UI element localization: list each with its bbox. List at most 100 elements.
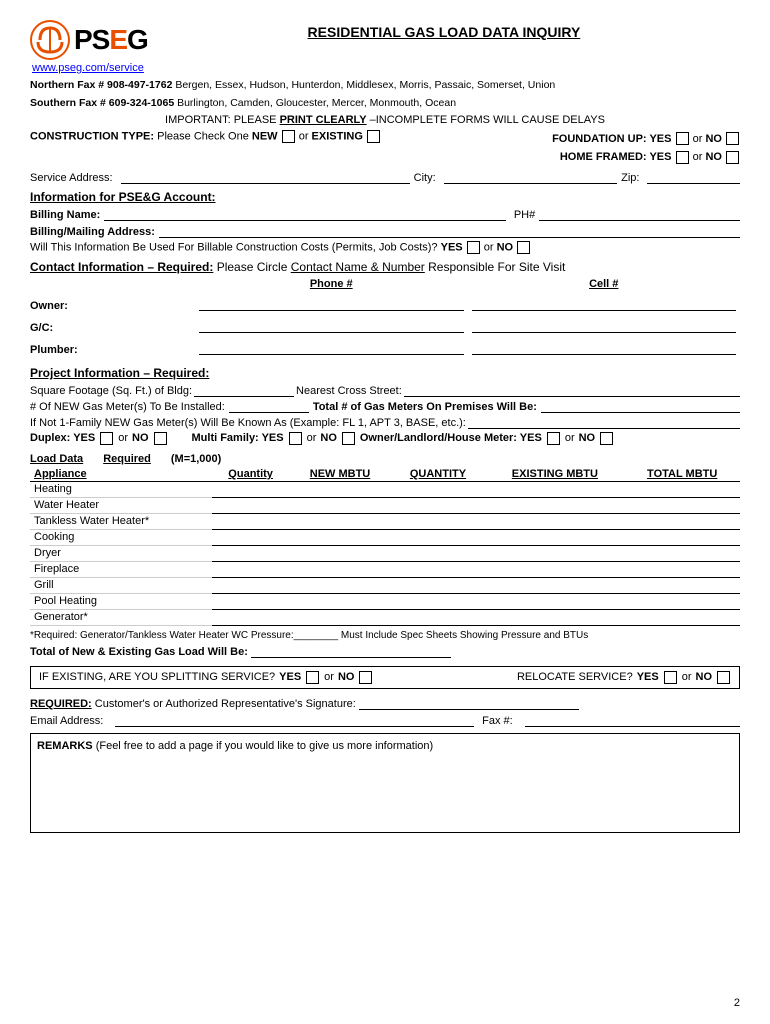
duplex-no-checkbox[interactable] bbox=[154, 432, 167, 445]
value-cell[interactable] bbox=[391, 481, 486, 497]
foundation-yes-checkbox[interactable] bbox=[676, 132, 689, 145]
value-cell[interactable] bbox=[624, 497, 740, 513]
zip-field[interactable] bbox=[647, 170, 740, 184]
value-cell[interactable] bbox=[212, 593, 290, 609]
value-cell[interactable] bbox=[289, 577, 390, 593]
contact-phone-header: Phone # bbox=[195, 278, 468, 292]
remarks-subtext: (Feel free to add a page if you would li… bbox=[96, 740, 434, 752]
splitting-no-checkbox[interactable] bbox=[359, 671, 372, 684]
email-field[interactable] bbox=[115, 713, 474, 727]
project-heading: Project Information – Required: bbox=[30, 366, 740, 380]
value-cell[interactable] bbox=[289, 593, 390, 609]
owner-cell-field[interactable] bbox=[472, 295, 737, 311]
value-cell[interactable] bbox=[212, 529, 290, 545]
meter-known-as-field[interactable] bbox=[468, 416, 740, 429]
value-cell[interactable] bbox=[391, 577, 486, 593]
splitting-row: IF EXISTING, ARE YOU SPLITTING SERVICE? … bbox=[30, 666, 740, 689]
value-cell[interactable] bbox=[391, 497, 486, 513]
value-cell[interactable] bbox=[212, 513, 290, 529]
value-cell[interactable] bbox=[485, 545, 624, 561]
plumber-phone-field[interactable] bbox=[199, 339, 464, 355]
home-framed-no-checkbox[interactable] bbox=[726, 151, 739, 164]
plumber-cell-field[interactable] bbox=[472, 339, 737, 355]
billable-row: Will This Information Be Used For Billab… bbox=[30, 241, 740, 254]
website-link[interactable]: www.pseg.com/service bbox=[32, 62, 144, 74]
splitting-yes-checkbox[interactable] bbox=[306, 671, 319, 684]
value-cell[interactable] bbox=[624, 545, 740, 561]
multi-yes-checkbox[interactable] bbox=[289, 432, 302, 445]
city-field[interactable] bbox=[444, 170, 617, 184]
city-label: City: bbox=[414, 172, 436, 184]
value-cell[interactable] bbox=[624, 529, 740, 545]
value-cell[interactable] bbox=[391, 513, 486, 529]
value-cell[interactable] bbox=[289, 529, 390, 545]
value-cell[interactable] bbox=[485, 561, 624, 577]
cross-street-field[interactable] bbox=[404, 384, 740, 397]
new-checkbox[interactable] bbox=[282, 130, 295, 143]
load-data-header: Load Data Required (M=1,000) bbox=[30, 453, 740, 465]
header: PSEG www.pseg.com/service RESIDENTIAL GA… bbox=[30, 20, 740, 74]
duplex-yes-checkbox[interactable] bbox=[100, 432, 113, 445]
value-cell[interactable] bbox=[485, 513, 624, 529]
value-cell[interactable] bbox=[624, 513, 740, 529]
value-cell[interactable] bbox=[212, 545, 290, 561]
value-cell[interactable] bbox=[485, 577, 624, 593]
billable-yes-checkbox[interactable] bbox=[467, 241, 480, 254]
value-cell[interactable] bbox=[485, 481, 624, 497]
value-cell[interactable] bbox=[289, 561, 390, 577]
value-cell[interactable] bbox=[391, 561, 486, 577]
value-cell[interactable] bbox=[624, 481, 740, 497]
load-data-title: Load Data bbox=[30, 453, 83, 465]
home-framed-yes-checkbox[interactable] bbox=[676, 151, 689, 164]
owner-phone-field[interactable] bbox=[199, 295, 464, 311]
col-appliance: Appliance bbox=[30, 467, 212, 482]
relocate-no-checkbox[interactable] bbox=[717, 671, 730, 684]
value-cell[interactable] bbox=[212, 577, 290, 593]
owner-no-checkbox[interactable] bbox=[600, 432, 613, 445]
value-cell[interactable] bbox=[212, 561, 290, 577]
billable-no-checkbox[interactable] bbox=[517, 241, 530, 254]
new-meters-field[interactable] bbox=[229, 400, 309, 413]
ph-field[interactable] bbox=[539, 207, 740, 221]
required-note: *Required: Generator/Tankless Water Heat… bbox=[30, 630, 740, 641]
existing-checkbox[interactable] bbox=[367, 130, 380, 143]
service-address-field[interactable] bbox=[121, 170, 410, 184]
value-cell[interactable] bbox=[289, 481, 390, 497]
value-cell[interactable] bbox=[391, 529, 486, 545]
value-cell[interactable] bbox=[624, 561, 740, 577]
signature-field[interactable] bbox=[359, 697, 579, 710]
value-cell[interactable] bbox=[485, 593, 624, 609]
pseg-logo-icon bbox=[30, 20, 70, 60]
value-cell[interactable] bbox=[391, 609, 486, 625]
value-cell[interactable] bbox=[289, 513, 390, 529]
owner-yes-checkbox[interactable] bbox=[547, 432, 560, 445]
table-row: Generator* bbox=[30, 609, 740, 625]
value-cell[interactable] bbox=[624, 609, 740, 625]
foundation-no-checkbox[interactable] bbox=[726, 132, 739, 145]
total-gas-field[interactable] bbox=[251, 645, 451, 658]
value-cell[interactable] bbox=[485, 529, 624, 545]
value-cell[interactable] bbox=[391, 545, 486, 561]
billing-name-field[interactable] bbox=[104, 207, 506, 221]
value-cell[interactable] bbox=[624, 577, 740, 593]
gc-phone-field[interactable] bbox=[199, 317, 464, 333]
total-meters-field[interactable] bbox=[541, 400, 740, 413]
fax-field[interactable] bbox=[525, 713, 740, 727]
value-cell[interactable] bbox=[212, 481, 290, 497]
value-cell[interactable] bbox=[289, 545, 390, 561]
billing-address-row: Billing/Mailing Address: bbox=[30, 224, 740, 238]
value-cell[interactable] bbox=[391, 593, 486, 609]
multi-no-checkbox[interactable] bbox=[342, 432, 355, 445]
value-cell[interactable] bbox=[485, 497, 624, 513]
value-cell[interactable] bbox=[212, 497, 290, 513]
billing-name-label: Billing Name: bbox=[30, 209, 100, 221]
value-cell[interactable] bbox=[289, 609, 390, 625]
value-cell[interactable] bbox=[624, 593, 740, 609]
sq-ft-field[interactable] bbox=[194, 384, 294, 397]
relocate-yes-checkbox[interactable] bbox=[664, 671, 677, 684]
billing-address-field[interactable] bbox=[159, 224, 740, 238]
gc-cell-field[interactable] bbox=[472, 317, 737, 333]
value-cell[interactable] bbox=[485, 609, 624, 625]
value-cell[interactable] bbox=[212, 609, 290, 625]
value-cell[interactable] bbox=[289, 497, 390, 513]
